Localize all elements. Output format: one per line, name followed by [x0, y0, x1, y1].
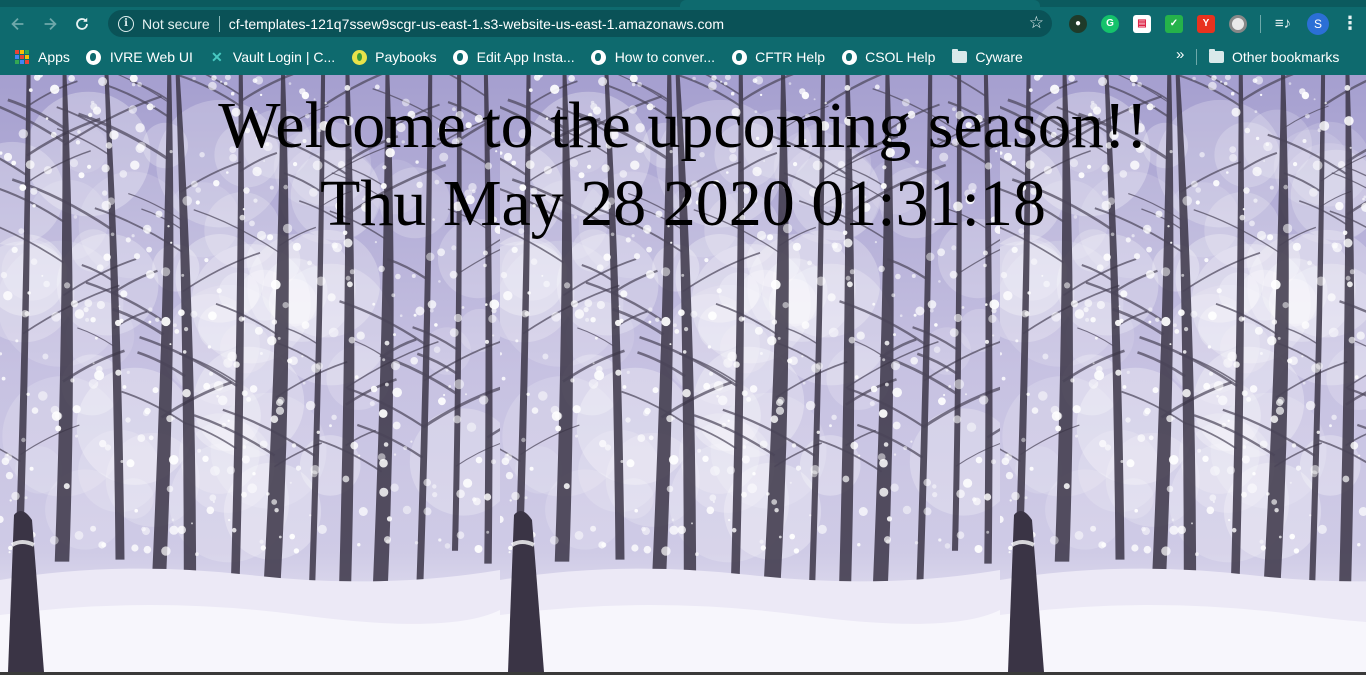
extensions-area: ● G ▤ ✓ Y ≡♪ S ⋮ [1062, 7, 1359, 40]
bookmark-vault-login[interactable]: ✕ Vault Login | C... [201, 44, 343, 70]
bookmarks-overflow-button[interactable]: » [1176, 46, 1184, 63]
other-bookmarks-folder[interactable]: Other bookmarks [1200, 44, 1347, 70]
bookmark-paybooks[interactable]: Paybooks [343, 44, 444, 70]
welcome-headline: Welcome to the upcoming season!! [218, 89, 1148, 162]
tab-strip [0, 0, 1366, 7]
extension-circle-icon[interactable] [1229, 14, 1247, 33]
snowy-forest-tile-3 [1000, 75, 1366, 672]
bookmark-label: IVRE Web UI [109, 49, 193, 65]
snowy-forest-tile-2 [500, 75, 1000, 672]
current-datetime: Thu May 28 2020 01:31:18 [320, 167, 1046, 240]
bookmark-label: CFTR Help [755, 49, 826, 65]
arrow-left-icon [11, 17, 24, 30]
bookmark-label: Vault Login | C... [232, 49, 336, 65]
bookmark-label: Apps [38, 49, 70, 65]
page-viewport: Welcome to the upcoming season!! Thu May… [0, 75, 1366, 672]
globe-icon [731, 49, 747, 65]
omnibox-divider [218, 15, 220, 32]
bookmark-ivre-web-ui[interactable]: IVRE Web UI [78, 44, 201, 70]
bookmark-label: CSOL Help [865, 49, 936, 65]
folder-icon [951, 49, 967, 65]
browser-chrome: i Not secure cf-templates-121q7ssew9scgr… [0, 0, 1366, 75]
extension-incognito-icon[interactable]: ● [1069, 14, 1087, 33]
bookmarks-divider [1196, 49, 1197, 65]
vault-icon: ✕ [211, 48, 223, 65]
address-bar[interactable]: i Not secure cf-templates-121q7ssew9scgr… [108, 10, 1052, 37]
globe-icon [453, 49, 469, 65]
folder-icon [1208, 49, 1224, 65]
extension-red-icon[interactable]: Y [1197, 14, 1215, 33]
globe-icon [841, 49, 857, 65]
more-menu-icon[interactable]: ⋮ [1341, 13, 1359, 34]
bookmark-how-to-convert[interactable]: How to conver... [583, 44, 723, 70]
toolbar-divider [1260, 14, 1261, 33]
other-bookmarks-label: Other bookmarks [1232, 49, 1340, 65]
bookmarks-bar: Apps IVRE Web UI ✕ Vault Login | C... Pa… [0, 42, 1366, 72]
browser-toolbar: i Not secure cf-templates-121q7ssew9scgr… [0, 7, 1366, 40]
extension-grammarly-icon[interactable]: G [1101, 14, 1119, 33]
info-icon[interactable]: i [118, 15, 134, 32]
globe-icon [591, 49, 607, 65]
profile-avatar[interactable]: S [1307, 12, 1329, 35]
star-icon[interactable]: ☆ [1029, 13, 1044, 33]
bookmark-csol-help[interactable]: CSOL Help [833, 44, 943, 70]
forward-button[interactable] [36, 10, 64, 38]
security-label[interactable]: Not secure [142, 16, 210, 32]
extension-checkmark-icon[interactable]: ✓ [1165, 14, 1183, 33]
bookmark-label: Paybooks [375, 49, 437, 65]
apps-grid-icon [14, 49, 30, 65]
url-text[interactable]: cf-templates-121q7ssew9scgr-us-east-1.s3… [229, 16, 724, 32]
bookmark-label: How to conver... [614, 49, 716, 65]
active-tab[interactable] [680, 0, 1040, 7]
back-button[interactable] [4, 10, 32, 38]
reload-button[interactable] [68, 10, 96, 38]
bookmark-folder-cyware[interactable]: Cyware [943, 44, 1030, 70]
globe-icon [86, 49, 102, 65]
paybooks-icon [351, 49, 367, 65]
bookmark-label: Cyware [975, 49, 1023, 65]
reload-icon [76, 17, 88, 30]
extension-printer-icon[interactable]: ▤ [1133, 14, 1151, 33]
bookmark-cftr-help[interactable]: CFTR Help [723, 44, 833, 70]
bookmark-label: Edit App Insta... [476, 49, 575, 65]
bookmark-apps[interactable]: Apps [6, 44, 78, 70]
media-queue-icon[interactable]: ≡♪ [1274, 15, 1292, 33]
bookmark-edit-app-instance[interactable]: Edit App Insta... [445, 44, 583, 70]
arrow-right-icon [44, 17, 57, 30]
snowy-forest-tile-1 [0, 75, 500, 672]
